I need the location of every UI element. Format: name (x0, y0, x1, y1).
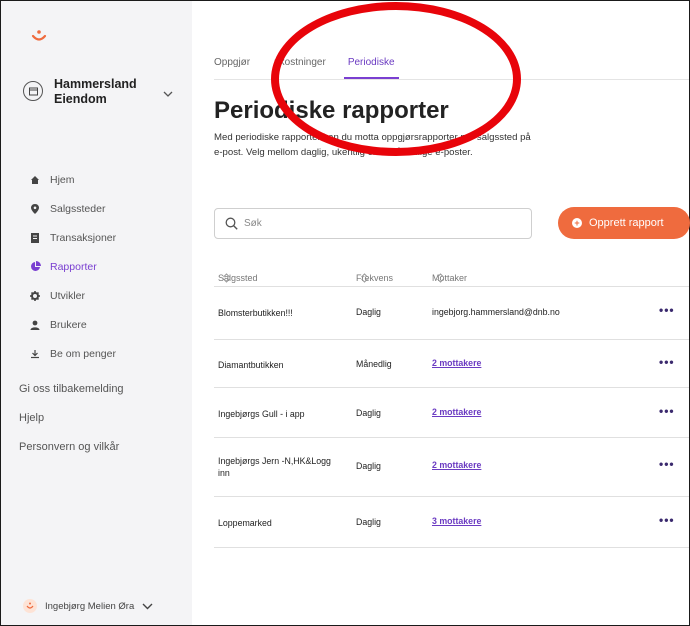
smile-logo-icon[interactable] (31, 29, 47, 45)
cell-location: Ingebjørgs Gull - i app (218, 409, 305, 419)
recipients-link[interactable]: 2 mottakere (432, 358, 481, 368)
sidebar-item-utvikler[interactable]: Utvikler (29, 281, 116, 310)
sidebar-item-transaksjoner[interactable]: Transaksjoner (29, 223, 116, 252)
cell-recipient: ingebjorg.hammersland@dnb.no (432, 307, 560, 317)
sidebar-item-salgssteder[interactable]: Salgssteder (29, 194, 116, 223)
sidebar-item-be-om-penger[interactable]: Be om penger (29, 339, 116, 368)
sidebar: Hammersland Eiendom Hjem Salgssteder Tra… (1, 1, 192, 625)
plus-icon: + (572, 218, 582, 228)
cell-location: Ingebjørgs Jern -N,HK&Logg inn (218, 456, 331, 478)
pie-chart-icon (29, 261, 41, 273)
chevron-down-icon[interactable] (142, 603, 153, 610)
create-report-button[interactable]: + Opprett rapport (558, 207, 690, 239)
sort-icon (222, 273, 231, 283)
sort-icon (436, 273, 445, 283)
location-pin-icon (29, 203, 41, 215)
sidebar-item-label: Utvikler (50, 289, 86, 302)
more-options-icon[interactable]: ••• (659, 457, 675, 471)
cell-frequency: Daglig (356, 461, 381, 471)
download-arrow-icon (29, 348, 41, 360)
sidebar-item-label: Transaksjoner (50, 231, 117, 244)
search-placeholder: Søk (244, 218, 262, 229)
cell-frequency: Månedlig (356, 359, 392, 369)
search-icon (225, 217, 238, 230)
sidebar-item-rapporter[interactable]: Rapporter (29, 252, 116, 281)
user-name: Ingebjørg Melien Øra (45, 600, 135, 612)
sidebar-item-brukere[interactable]: Brukere (29, 310, 116, 339)
more-options-icon[interactable]: ••• (659, 404, 675, 418)
search-input[interactable]: Søk (214, 208, 532, 239)
table-row[interactable]: Ingebjørgs Gull - i app Daglig 2 mottake… (214, 388, 689, 438)
sidebar-item-hjem[interactable]: Hjem (29, 165, 116, 194)
table-header: Salgssted Frekvens Mottaker (214, 259, 689, 287)
more-options-icon[interactable]: ••• (659, 303, 675, 317)
user-icon (29, 319, 41, 331)
chevron-down-icon[interactable] (163, 85, 173, 103)
red-ellipse-annotation (271, 2, 521, 156)
sidebar-item-label: Be om penger (50, 347, 116, 360)
avatar (23, 599, 37, 613)
help-link[interactable]: Hjelp (19, 410, 124, 439)
gear-icon (29, 290, 41, 302)
account-switcher[interactable]: Hammersland Eiendom (23, 77, 183, 121)
more-options-icon[interactable]: ••• (659, 355, 675, 369)
home-icon (29, 174, 41, 186)
sidebar-links: Gi oss tilbakemelding Hjelp Personvern o… (19, 381, 124, 468)
recipients-link[interactable]: 3 mottakere (432, 516, 481, 526)
privacy-link[interactable]: Personvern og vilkår (19, 439, 124, 468)
sidebar-item-label: Brukere (50, 318, 87, 331)
recipients-link[interactable]: 2 mottakere (432, 460, 481, 470)
feedback-link[interactable]: Gi oss tilbakemelding (19, 381, 124, 410)
sort-icon (360, 273, 369, 283)
table-row[interactable]: Blomsterbutikken!!! Daglig ingebjorg.ham… (214, 288, 689, 340)
tab-oppgjor[interactable]: Oppgjør (214, 57, 250, 79)
create-report-label: Opprett rapport (589, 217, 664, 229)
account-name: Hammersland Eiendom (54, 77, 137, 106)
sidebar-nav: Hjem Salgssteder Transaksjoner Rapporter… (29, 165, 116, 368)
sidebar-item-label: Hjem (50, 173, 75, 186)
cell-frequency: Daglig (356, 307, 381, 317)
cell-location: Loppemarked (218, 518, 272, 528)
more-options-icon[interactable]: ••• (659, 513, 675, 527)
user-menu[interactable]: Ingebjørg Melien Øra (23, 599, 153, 613)
sidebar-item-label: Rapporter (50, 260, 97, 273)
table-row[interactable]: Diamantbutikken Månedlig 2 mottakere ••• (214, 340, 689, 388)
sidebar-item-label: Salgssteder (50, 202, 106, 215)
table-row[interactable]: Ingebjørgs Jern -N,HK&Logg inn Daglig 2 … (214, 438, 689, 497)
receipt-icon (29, 232, 41, 244)
cell-location: Diamantbutikken (218, 360, 284, 370)
table-row[interactable]: Loppemarked Daglig 3 mottakere ••• (214, 497, 689, 548)
recipients-link[interactable]: 2 mottakere (432, 407, 481, 417)
cell-frequency: Daglig (356, 408, 381, 418)
store-icon (23, 81, 43, 101)
cell-location: Blomsterbutikken!!! (218, 308, 293, 318)
cell-frequency: Daglig (356, 517, 381, 527)
